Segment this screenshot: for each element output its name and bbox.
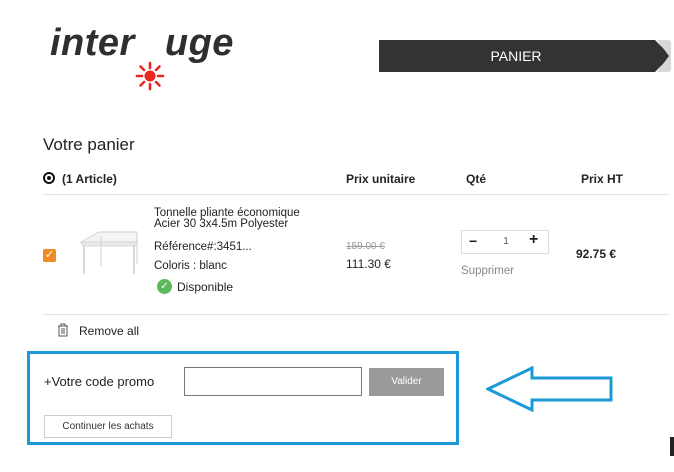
product-reference: Référence#:3451... — [154, 241, 252, 253]
promo-code-input[interactable] — [184, 367, 362, 396]
continue-shopping-button[interactable]: Continuer les achats — [44, 415, 172, 438]
qty-increase-button[interactable]: + — [529, 231, 538, 249]
logo-text-right: uge — [164, 22, 234, 64]
column-total: Prix HT — [581, 172, 624, 186]
page-title: Votre panier — [43, 135, 135, 154]
step-label: PANIER — [490, 48, 542, 64]
logo-text-left: inter — [50, 22, 135, 64]
unit-price: 111.30 € — [346, 257, 391, 271]
column-qty: Qté — [466, 172, 487, 186]
column-unit-price: Prix unitaire — [346, 172, 416, 186]
promo-submit-button[interactable]: Valider — [369, 368, 444, 396]
old-price: 159.00 € — [346, 241, 385, 252]
product-image[interactable] — [75, 228, 143, 276]
remove-item-link[interactable]: Supprimer — [461, 265, 514, 277]
arrow-left-icon — [486, 366, 613, 412]
check-circle-icon: ✓ — [157, 279, 172, 294]
qty-decrease-button[interactable]: − — [469, 233, 477, 249]
divider — [43, 314, 669, 315]
select-all-radio[interactable] — [43, 172, 55, 184]
promo-label: +Votre code promo — [44, 374, 155, 389]
article-count: (1 Article) — [62, 172, 117, 186]
trash-icon[interactable] — [57, 323, 69, 337]
product-name[interactable]: Tonnelle pliante économique Acier 30 3x4… — [154, 207, 324, 230]
quantity-input[interactable]: 1 — [499, 236, 513, 247]
scrollbar[interactable] — [670, 437, 674, 456]
line-total: 92.75 € — [576, 247, 617, 261]
availability-status: Disponible — [177, 280, 234, 294]
item-checkbox[interactable]: ✓ — [43, 249, 56, 262]
product-color: Coloris : blanc — [154, 260, 227, 272]
remove-all-button[interactable]: Remove all — [79, 324, 139, 338]
brand-logo[interactable]: inter uge — [50, 22, 234, 91]
divider — [43, 194, 669, 195]
